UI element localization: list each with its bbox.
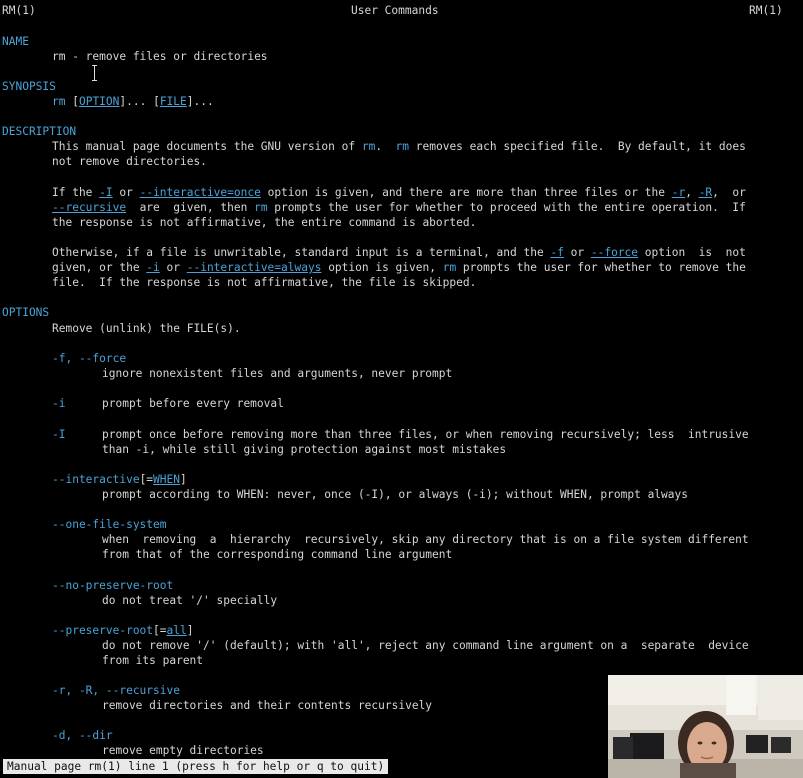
desc-line: --recursive are given, then rm prompts t… [52, 200, 746, 215]
option-bracket: [= [139, 473, 154, 486]
desc-text: , [685, 186, 699, 199]
synopsis-sep: ]... [ [119, 95, 160, 108]
option-i-desc: prompt before every removal [102, 397, 284, 410]
desc-option: -i [146, 261, 160, 274]
section-synopsis: SYNOPSIS [2, 80, 56, 93]
option-preserve-line: --preserve-root[=all] [52, 623, 194, 638]
option-nopreserve-desc: do not treat '/' specially [102, 594, 278, 607]
desc-line: This manual page documents the GNU versi… [52, 139, 746, 154]
option-i-flag: -i [52, 397, 66, 410]
webcam-overlay [608, 675, 803, 778]
header-right: RM(1) [749, 4, 783, 17]
desc-line: file. If the response is not affirmative… [52, 276, 477, 289]
desc-command: rm [361, 140, 376, 153]
desc-command: rm [395, 140, 410, 153]
desc-text: Otherwise, if a file is unwritable, stan… [52, 246, 551, 259]
option-recursive-desc: remove directories and their contents re… [102, 699, 433, 712]
options-intro: Remove (unlink) the FILE(s). [52, 322, 241, 335]
option-bracket: ] [180, 473, 187, 486]
option-force-desc: ignore nonexistent files and arguments, … [102, 367, 453, 380]
header-left: RM(1) [2, 4, 36, 17]
desc-text: If the [52, 186, 100, 199]
option-I-desc: prompt once before removing more than th… [102, 428, 749, 441]
desc-option: -I [99, 186, 113, 199]
desc-option: --force [590, 246, 639, 259]
desc-option: --interactive=always [186, 261, 322, 274]
desc-line: given, or the -i or --interactive=always… [52, 260, 746, 275]
option-interactive-line: --interactive[=WHEN] [52, 472, 187, 487]
desc-line: the response is not affirmative, the ent… [52, 216, 477, 229]
desc-text: . [375, 140, 396, 153]
option-preserve-desc: from its parent [102, 654, 204, 667]
option-interactive-flag: --interactive [52, 473, 140, 486]
desc-option: -R [698, 186, 713, 199]
option-onefs-flag: --one-file-system [52, 518, 167, 531]
option-dir-flag: -d, --dir [52, 729, 113, 742]
option-bracket: [= [153, 624, 167, 637]
desc-text: prompts the user for whether to proceed … [267, 201, 746, 214]
desc-text: given, or the [52, 261, 147, 274]
option-onefs-desc: when removing a hierarchy recursively, s… [102, 533, 749, 546]
desc-text: or [159, 261, 187, 274]
desc-text: , or [712, 186, 746, 199]
desc-option: -r [671, 186, 686, 199]
desc-line: If the -I or --interactive=once option i… [52, 185, 746, 200]
desc-line: not remove directories. [52, 155, 207, 168]
text-cursor-icon [92, 65, 97, 81]
option-interactive-arg: WHEN [153, 473, 180, 486]
desc-text: option is not [638, 246, 746, 259]
webcam-image [608, 675, 803, 778]
desc-text: are given, then [126, 201, 255, 214]
desc-line: Otherwise, if a file is unwritable, stan… [52, 245, 746, 260]
option-preserve-flag: --preserve-root [52, 624, 154, 637]
desc-option: --interactive=once [139, 186, 261, 199]
option-I-flag: -I [52, 428, 66, 441]
terminal-window[interactable]: RM(1) User Commands RM(1) NAME rm - remo… [0, 0, 803, 778]
option-bracket: ] [186, 624, 194, 637]
option-force-flag: -f, --force [52, 352, 127, 365]
option-onefs-desc: from that of the corresponding command l… [102, 548, 453, 561]
section-description: DESCRIPTION [2, 125, 77, 138]
status-bar: Manual page rm(1) line 1 (press h for he… [3, 759, 389, 774]
desc-text: removes each specified file. By default,… [409, 140, 746, 153]
section-options: OPTIONS [2, 306, 50, 319]
name-line: rm - remove files or directories [52, 50, 268, 63]
desc-command: rm [254, 201, 268, 214]
option-I-desc: than -i, while still giving protection a… [102, 443, 507, 456]
synopsis-command: rm [52, 95, 66, 108]
synopsis-line: rm [OPTION]... [FILE]... [52, 94, 214, 109]
option-nopreserve-flag: --no-preserve-root [52, 579, 174, 592]
synopsis-option-arg: OPTION [78, 95, 120, 108]
desc-text: or [112, 186, 140, 199]
synopsis-sep: [ [65, 95, 79, 108]
desc-command: rm [442, 261, 457, 274]
desc-text: option is given, and there are more than… [260, 186, 672, 199]
desc-text: prompts the user for whether to remove t… [456, 261, 746, 274]
section-name: NAME [2, 35, 29, 48]
option-recursive-flag: -r, -R, --recursive [52, 684, 180, 697]
desc-option: -f [550, 246, 564, 259]
desc-option: --recursive [52, 201, 127, 214]
synopsis-file-arg: FILE [159, 95, 187, 108]
desc-text: or [563, 246, 591, 259]
desc-text: This manual page documents the GNU versi… [52, 140, 362, 153]
option-preserve-arg: all [166, 624, 187, 637]
option-interactive-desc: prompt according to WHEN: never, once (-… [102, 488, 688, 501]
option-dir-desc: remove empty directories [102, 744, 264, 757]
option-preserve-desc: do not remove '/' (default); with 'all',… [102, 639, 749, 652]
header-center: User Commands [351, 4, 439, 17]
desc-text: option is given, [321, 261, 443, 274]
synopsis-sep: ]... [186, 95, 214, 108]
